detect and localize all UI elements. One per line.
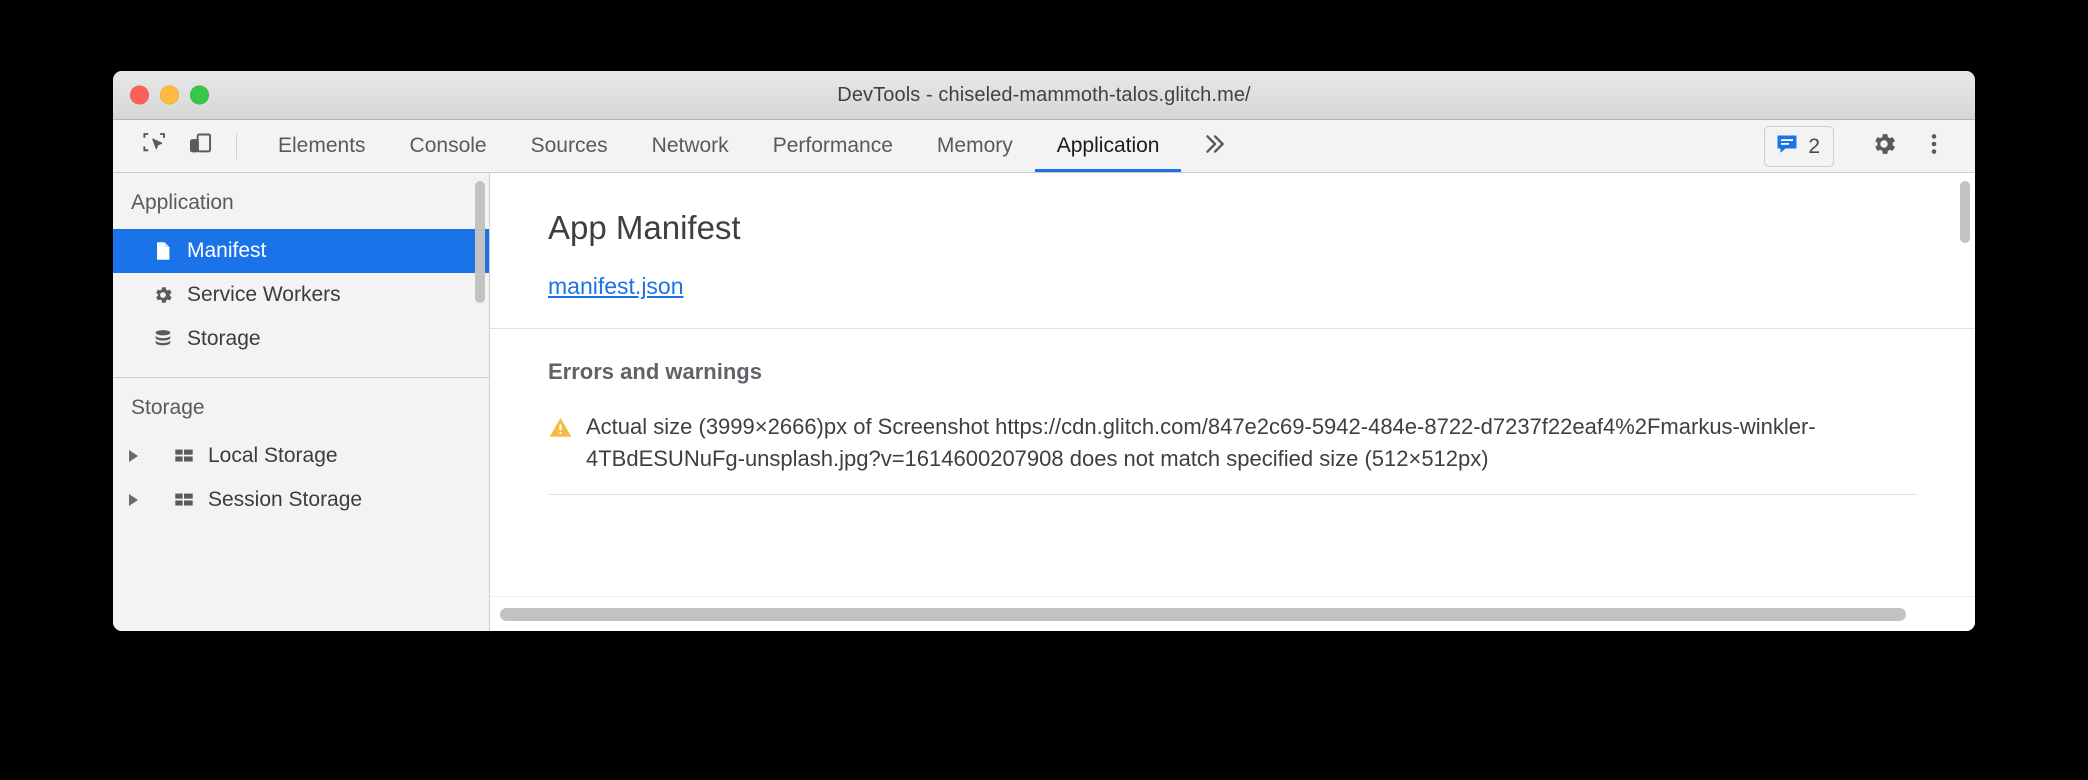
main-vertical-scrollbar[interactable] (1960, 181, 1970, 243)
manifest-json-link[interactable]: manifest.json (548, 273, 684, 300)
tab-memory[interactable]: Memory (915, 120, 1035, 172)
sidebar-section-storage-title: Storage (131, 396, 205, 419)
inspect-element-icon (141, 130, 168, 162)
window-titlebar: DevTools - chiseled-mammoth-talos.glitch… (113, 71, 1975, 120)
database-icon (151, 327, 175, 351)
chevron-double-right-icon (1201, 131, 1227, 162)
table-icon (172, 444, 196, 468)
console-message-icon (1775, 132, 1799, 161)
sidebar-item-service-workers[interactable]: Service Workers (113, 273, 489, 317)
sidebar-vertical-scrollbar[interactable] (475, 181, 485, 303)
errors-and-warnings-section: Errors and warnings Actual size (3999×26… (490, 329, 1975, 596)
sidebar-item-label: Storage (187, 327, 261, 350)
main-horizontal-scrollbar-thumb[interactable] (500, 607, 1907, 621)
table-icon (172, 488, 196, 512)
window-title: DevTools - chiseled-mammoth-talos.glitch… (837, 83, 1251, 106)
close-window-button[interactable] (130, 85, 149, 105)
sidebar-item-label: Session Storage (208, 488, 363, 511)
tab-performance[interactable]: Performance (751, 120, 915, 172)
minimize-window-button[interactable] (160, 85, 179, 105)
main-horizontal-scrollbar[interactable] (490, 596, 1975, 631)
tab-label: Elements (278, 134, 366, 157)
vertical-dots-icon (1921, 131, 1947, 162)
devtools-body: Application Manifest Service Workers Sto… (113, 173, 1975, 631)
section-divider (548, 493, 1917, 495)
errors-heading: Errors and warnings (548, 359, 762, 384)
toolbar-right-group: 2 (1764, 120, 1975, 172)
inspect-element-button[interactable] (131, 120, 177, 172)
toolbar-divider (236, 133, 237, 159)
device-toolbar-button[interactable] (177, 120, 223, 172)
expand-triangle-icon[interactable] (129, 450, 147, 462)
warning-item: Actual size (3999×2666)px of Screenshot … (548, 411, 1917, 476)
tab-elements[interactable]: Elements (256, 120, 388, 172)
issues-count: 2 (1808, 134, 1820, 158)
manifest-panel: App Manifest manifest.json Errors and wa… (490, 173, 1975, 631)
sidebar-item-local-storage[interactable]: Local Storage (113, 434, 489, 478)
sidebar-item-session-storage[interactable]: Session Storage (113, 478, 489, 522)
issues-badge[interactable]: 2 (1764, 125, 1834, 167)
more-options-button[interactable] (1909, 126, 1959, 166)
warning-triangle-icon (548, 415, 573, 445)
screenshot-root: DevTools - chiseled-mammoth-talos.glitch… (0, 0, 2088, 780)
devtools-toolbar: Elements Console Sources Network Perform… (113, 120, 1975, 173)
tab-label: Network (651, 134, 729, 157)
sidebar-section-application-title: Application (131, 191, 234, 214)
application-sidebar: Application Manifest Service Workers Sto… (113, 173, 490, 631)
expand-triangle-icon[interactable] (129, 494, 147, 506)
tab-label: Console (409, 134, 487, 157)
tab-label: Application (1056, 134, 1160, 157)
more-tabs-button[interactable] (1181, 120, 1247, 172)
gear-icon (1870, 130, 1898, 163)
gear-icon (151, 283, 175, 307)
sidebar-item-storage[interactable]: Storage (113, 317, 489, 361)
devtools-window: DevTools - chiseled-mammoth-talos.glitch… (113, 71, 1975, 631)
sidebar-item-label: Manifest (187, 239, 267, 262)
traffic-lights (130, 85, 209, 105)
tab-sources[interactable]: Sources (509, 120, 630, 172)
sidebar-item-label: Service Workers (187, 283, 341, 306)
device-toolbar-icon (187, 130, 214, 162)
sidebar-item-label: Local Storage (208, 444, 338, 467)
warning-message: Actual size (3999×2666)px of Screenshot … (586, 414, 1816, 472)
manifest-header: App Manifest manifest.json (490, 173, 1975, 329)
panel-tabs: Elements Console Sources Network Perform… (256, 120, 1182, 172)
tab-label: Performance (772, 134, 893, 157)
tab-application[interactable]: Application (1034, 120, 1182, 172)
sidebar-item-manifest[interactable]: Manifest (113, 229, 489, 273)
tab-label: Memory (936, 134, 1013, 157)
settings-button[interactable] (1859, 126, 1909, 166)
tab-network[interactable]: Network (630, 120, 751, 172)
page-title: App Manifest (548, 209, 741, 246)
document-icon (151, 239, 175, 263)
tab-label: Sources (530, 134, 608, 157)
tab-console[interactable]: Console (388, 120, 509, 172)
maximize-window-button[interactable] (190, 85, 209, 105)
